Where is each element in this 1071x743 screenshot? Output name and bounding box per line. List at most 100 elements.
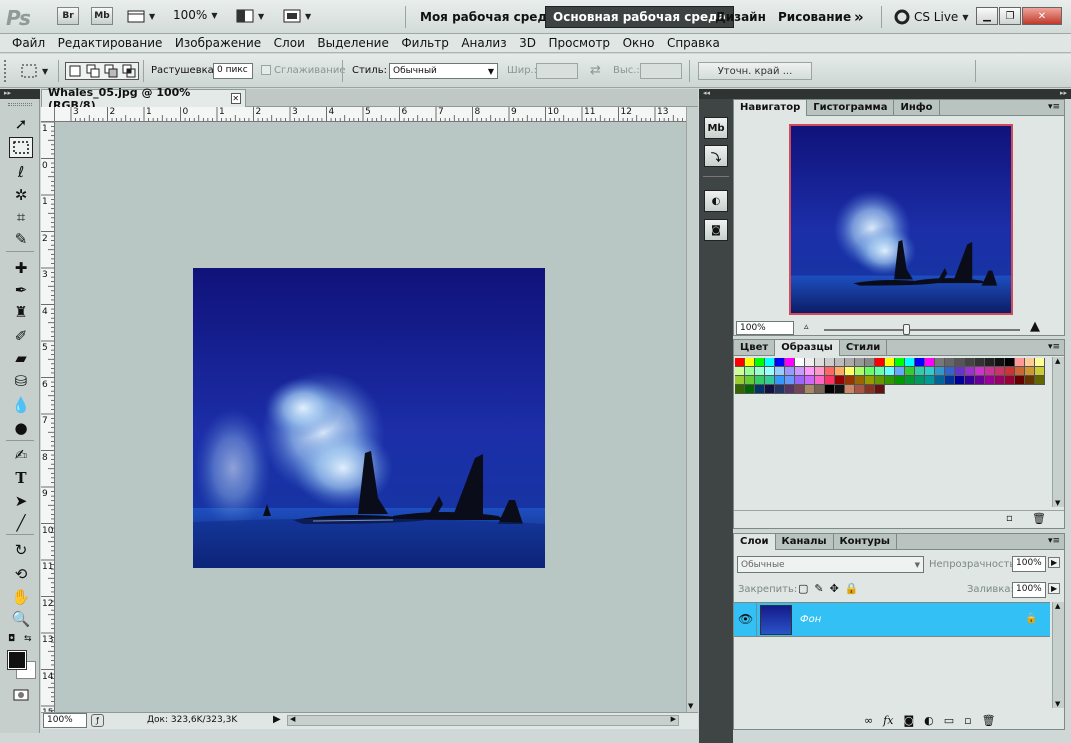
color-swatch[interactable] — [845, 376, 855, 385]
color-swatch[interactable] — [785, 367, 795, 376]
zoom-level-select[interactable]: 100% ▼ — [173, 8, 217, 22]
tab-paths[interactable]: Контуры — [834, 533, 897, 550]
color-swatch[interactable] — [835, 376, 845, 385]
color-swatch[interactable] — [955, 376, 965, 385]
color-swatch[interactable] — [915, 376, 925, 385]
color-swatch[interactable] — [895, 358, 905, 367]
color-swatch[interactable] — [825, 385, 835, 394]
fx-icon[interactable]: fx — [883, 714, 893, 727]
color-swatch[interactable] — [735, 358, 745, 367]
color-swatch[interactable] — [1005, 376, 1015, 385]
color-swatch[interactable] — [825, 358, 835, 367]
color-swatch[interactable] — [945, 358, 955, 367]
color-swatch[interactable] — [1035, 376, 1045, 385]
color-swatch[interactable] — [945, 367, 955, 376]
color-swatch[interactable] — [855, 358, 865, 367]
menu-file[interactable]: Файл — [12, 36, 45, 50]
color-swatch[interactable] — [875, 376, 885, 385]
default-colors-icon[interactable]: ◘ — [8, 634, 15, 644]
crop-tool[interactable]: ⌗ — [9, 206, 33, 227]
color-swatch[interactable] — [985, 367, 995, 376]
masks-panel-button[interactable]: ◙ — [704, 219, 728, 241]
path-selection-tool[interactable]: ➤ — [9, 490, 33, 511]
color-swatch[interactable] — [865, 358, 875, 367]
color-swatch[interactable] — [995, 367, 1005, 376]
tab-info[interactable]: Инфо — [894, 99, 940, 116]
color-swatch[interactable] — [955, 367, 965, 376]
navigator-zoom-input[interactable]: 100% — [736, 321, 794, 335]
fill-arrow-icon[interactable]: ▶ — [1048, 583, 1061, 594]
color-swatch[interactable] — [935, 367, 945, 376]
workspace-essentials[interactable]: Основная рабочая среда — [545, 6, 734, 28]
scroll-down-icon[interactable]: ▼ — [1055, 499, 1060, 507]
color-swatch[interactable] — [755, 367, 765, 376]
move-tool[interactable]: ➚ — [9, 113, 33, 134]
adjustments-panel-button[interactable]: ◐ — [704, 190, 728, 212]
minibridge-button[interactable]: Mb — [91, 7, 113, 25]
color-swatch[interactable] — [765, 367, 775, 376]
color-swatch[interactable] — [875, 358, 885, 367]
color-swatch[interactable] — [825, 376, 835, 385]
color-swatch[interactable] — [735, 376, 745, 385]
color-swatch[interactable] — [775, 367, 785, 376]
color-swatch[interactable] — [955, 358, 965, 367]
color-swatch[interactable] — [905, 376, 915, 385]
menu-view[interactable]: Просмотр — [548, 36, 610, 50]
color-swatch[interactable] — [855, 385, 865, 394]
color-swatch[interactable] — [1025, 367, 1035, 376]
arrange-documents-button[interactable]: ▼ — [236, 9, 264, 23]
color-swatch[interactable] — [985, 376, 995, 385]
close-document-icon[interactable]: ✕ — [230, 93, 241, 104]
hand-tool[interactable]: ✋ — [9, 586, 33, 607]
menu-edit[interactable]: Редактирование — [58, 36, 163, 50]
fill-input[interactable]: 100% — [1012, 582, 1046, 598]
color-swatch[interactable] — [1005, 358, 1015, 367]
color-swatch[interactable] — [975, 367, 985, 376]
zoom-tool[interactable]: 🔍 — [9, 608, 33, 629]
tab-swatches[interactable]: Образцы — [775, 339, 840, 356]
color-swatch[interactable] — [775, 385, 785, 394]
cs-live-button[interactable]: CS Live ▼ — [894, 9, 968, 25]
color-swatch[interactable] — [935, 358, 945, 367]
color-swatch[interactable] — [885, 358, 895, 367]
color-swatch[interactable] — [915, 367, 925, 376]
tools-collapse-bar[interactable]: ▸▸ — [0, 89, 40, 99]
document-canvas[interactable] — [55, 122, 686, 712]
color-swatch[interactable] — [785, 376, 795, 385]
antialias-checkbox[interactable] — [261, 65, 271, 75]
tab-histogram[interactable]: Гистограмма — [807, 99, 895, 116]
color-swatch[interactable] — [1015, 376, 1025, 385]
tab-styles[interactable]: Стили — [840, 339, 888, 356]
color-swatch[interactable] — [815, 367, 825, 376]
color-swatch[interactable] — [845, 367, 855, 376]
pen-tool[interactable]: ✍ — [9, 444, 33, 465]
clone-stamp-tool[interactable]: ♜ — [9, 301, 33, 322]
color-swatch[interactable] — [745, 376, 755, 385]
new-swatch-icon[interactable]: ▫ — [1006, 513, 1013, 524]
menu-window[interactable]: Окно — [623, 36, 655, 50]
color-swatch[interactable] — [745, 358, 755, 367]
screen-mode-button[interactable]: ▼ — [283, 9, 311, 23]
panel-menu-icon[interactable]: ▾≡ — [1048, 102, 1060, 112]
color-swatch[interactable] — [1015, 367, 1025, 376]
color-swatch[interactable] — [865, 367, 875, 376]
tab-layers[interactable]: Слои — [734, 533, 776, 550]
color-swatch[interactable] — [805, 358, 815, 367]
color-swatch[interactable] — [815, 376, 825, 385]
workspace-design[interactable]: Дизайн — [708, 6, 773, 28]
color-swatch[interactable] — [875, 385, 885, 394]
close-button[interactable]: ✕ — [1022, 7, 1062, 25]
color-swatch[interactable] — [775, 358, 785, 367]
color-swatch[interactable] — [835, 358, 845, 367]
color-swatch[interactable] — [985, 358, 995, 367]
scroll-up-icon[interactable]: ▲ — [1055, 602, 1060, 610]
panel-menu-icon[interactable]: ▾≡ — [1048, 342, 1060, 352]
color-swatch[interactable] — [845, 358, 855, 367]
menu-analysis[interactable]: Анализ — [461, 36, 506, 50]
horizontal-scrollbar[interactable]: ◀ ▶ — [287, 715, 679, 726]
color-swatch[interactable] — [775, 376, 785, 385]
scroll-down-icon[interactable]: ▼ — [1055, 700, 1060, 708]
color-swatch[interactable] — [855, 376, 865, 385]
menu-3d[interactable]: 3D — [519, 36, 536, 50]
menu-select[interactable]: Выделение — [317, 36, 388, 50]
